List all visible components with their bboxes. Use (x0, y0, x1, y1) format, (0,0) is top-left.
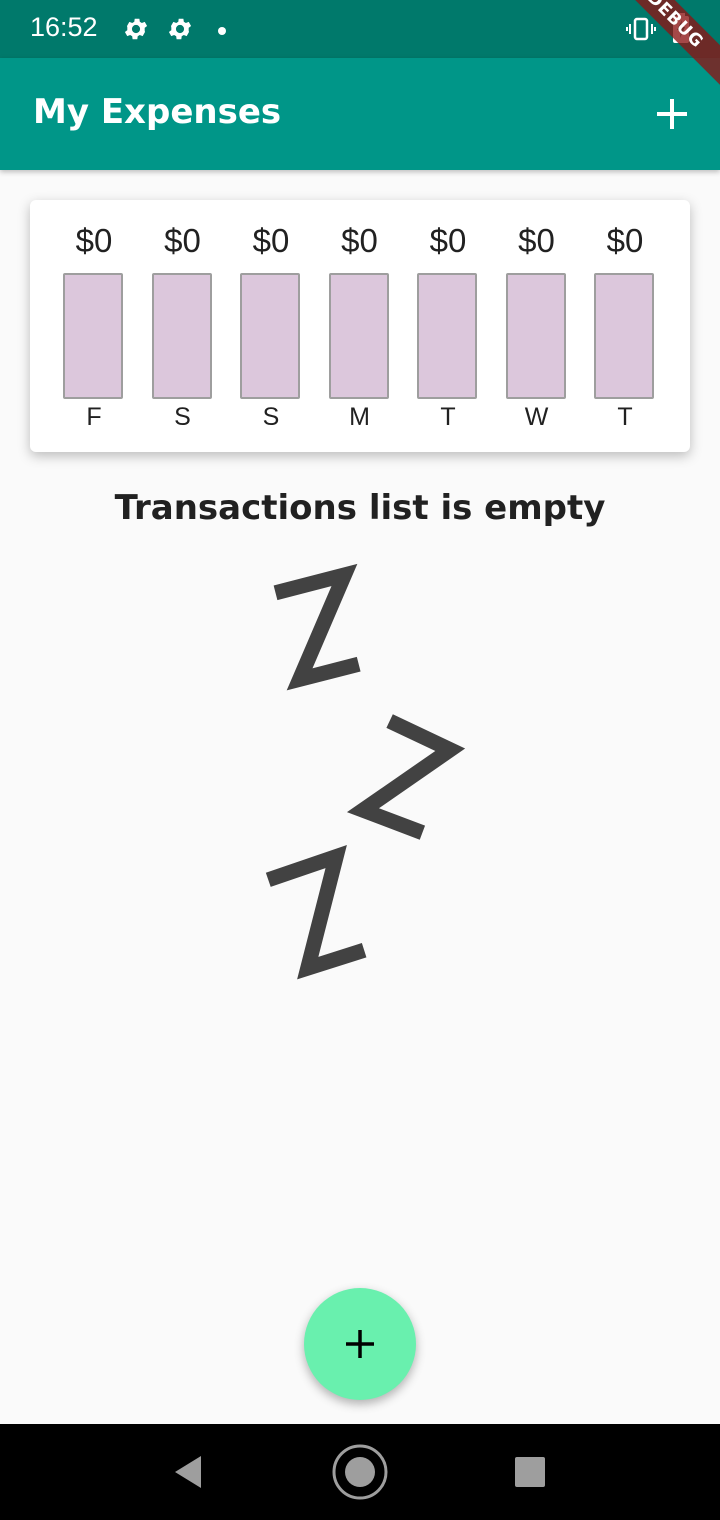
chart-bar-column: $0 S (139, 200, 227, 452)
chart-bar-column: $0 M (316, 200, 404, 452)
vibrate-icon (626, 15, 656, 47)
gear-icon (166, 15, 194, 47)
recents-icon (515, 1457, 545, 1487)
bar-amount-label: $0 (164, 222, 201, 259)
chart-bar-column: $0 T (404, 200, 492, 452)
chart-bar-column: $0 F (50, 200, 138, 452)
back-icon (175, 1456, 201, 1488)
gear-icon (122, 15, 150, 47)
chart-bar-column: $0 W (493, 200, 581, 452)
bar-amount-label: $0 (429, 222, 467, 259)
status-bar: 16:52 (0, 0, 720, 58)
weekly-chart-card: $0 F $0 S $0 S $0 M $0 T $0 W $0 T (30, 200, 690, 452)
bar-amount-label: $0 (252, 222, 290, 259)
bar-day-label: S (262, 403, 280, 431)
bar-day-label: T (440, 403, 456, 431)
chart-bars: $0 F $0 S $0 S $0 M $0 T $0 W $0 T (30, 200, 690, 452)
bar-day-label: W (524, 403, 549, 431)
chart-bar (240, 273, 300, 399)
chart-bar-column: $0 T (581, 200, 669, 452)
add-transaction-button[interactable] (648, 90, 696, 138)
recents-button[interactable] (506, 1448, 554, 1496)
home-icon (332, 1444, 388, 1500)
home-button[interactable] (332, 1444, 388, 1500)
bar-amount-label: $0 (518, 222, 555, 259)
bar-day-label: M (349, 403, 370, 431)
chart-bar (151, 273, 212, 399)
chart-bar-column: $0 S (227, 200, 315, 452)
chart-bar (505, 273, 566, 399)
chart-bar (594, 273, 654, 399)
bar-amount-label: $0 (341, 222, 378, 259)
bar-day-label: S (174, 403, 191, 431)
bar-amount-label: $0 (606, 222, 644, 259)
page-title: My Expenses (33, 92, 282, 132)
bar-amount-label: $0 (75, 222, 113, 259)
chart-bar (63, 273, 123, 399)
chart-bar (417, 273, 477, 399)
notification-dot-icon (216, 22, 228, 41)
chart-bar (328, 273, 389, 399)
status-time: 16:52 (30, 12, 98, 42)
zzz-sleep-image (260, 560, 480, 994)
app-bar: My Expenses (0, 58, 720, 170)
add-icon (657, 99, 687, 129)
add-icon (346, 1330, 374, 1358)
bar-day-label: F (86, 403, 102, 431)
bar-day-label: T (617, 403, 633, 431)
system-navigation-bar (0, 1424, 720, 1520)
add-transaction-fab[interactable] (304, 1288, 416, 1400)
empty-state-message: Transactions list is empty (114, 488, 606, 528)
back-button[interactable] (164, 1448, 212, 1496)
